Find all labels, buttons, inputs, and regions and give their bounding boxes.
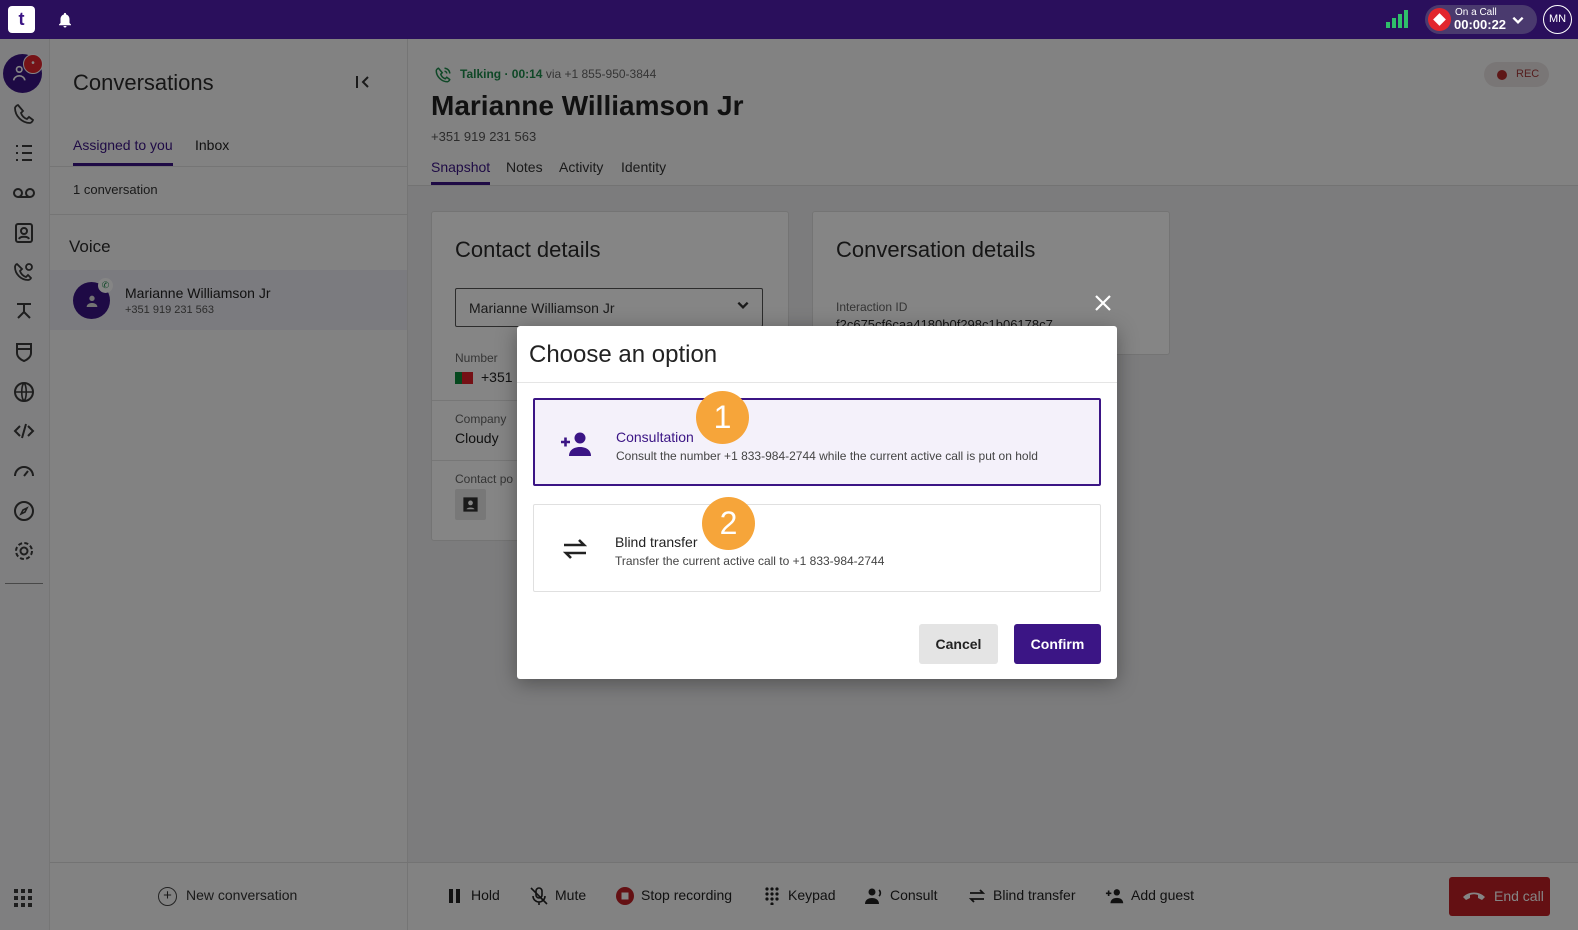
blind-transfer-option[interactable]: Blind transfer Transfer the current acti… <box>533 504 1101 592</box>
on-call-timer: 00:00:22 <box>1454 17 1507 32</box>
consultation-option[interactable]: Consultation Consult the number +1 833-9… <box>533 398 1101 486</box>
add-person-icon <box>561 432 591 456</box>
option-title: Blind transfer <box>615 534 698 550</box>
bell-icon[interactable] <box>56 11 74 29</box>
option-title: Consultation <box>616 429 694 445</box>
step-marker-1: 1 <box>696 391 749 444</box>
option-description: Transfer the current active call to +1 8… <box>615 554 885 568</box>
swap-icon <box>562 539 588 559</box>
user-avatar[interactable]: MN <box>1543 5 1572 34</box>
call-status-icon <box>1428 8 1451 31</box>
option-description: Consult the number +1 833-984-2744 while… <box>616 449 1038 463</box>
signal-strength-icon <box>1386 10 1408 28</box>
close-icon[interactable] <box>1094 294 1112 312</box>
confirm-button[interactable]: Confirm <box>1014 624 1101 664</box>
divider <box>517 382 1117 383</box>
dialog-title: Choose an option <box>529 341 718 368</box>
step-marker-2: 2 <box>702 497 755 550</box>
app-logo[interactable]: t <box>8 6 35 33</box>
choose-option-dialog: Choose an option Consultation Consult th… <box>517 326 1117 679</box>
on-call-status[interactable]: On a Call 00:00:22 <box>1425 5 1537 34</box>
chevron-down-icon[interactable] <box>1511 13 1525 27</box>
cancel-button[interactable]: Cancel <box>919 624 998 664</box>
top-bar: t On a Call 00:00:22 MN <box>0 0 1578 39</box>
